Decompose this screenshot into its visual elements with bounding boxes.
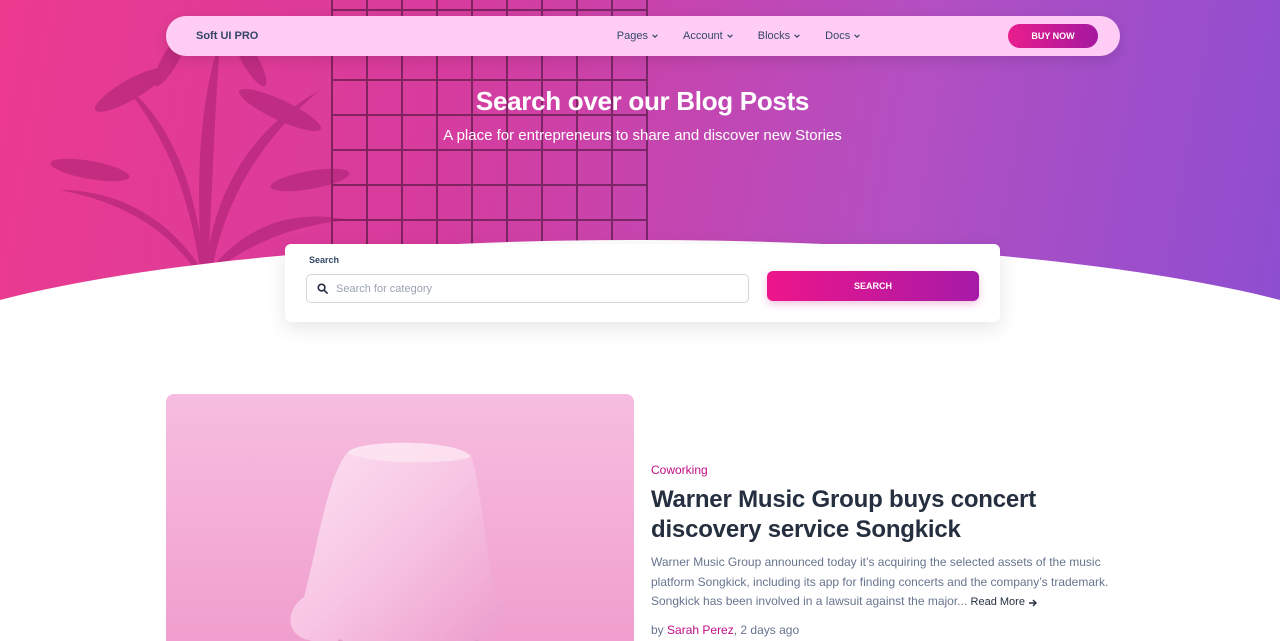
post-time: , 2 days ago (733, 623, 800, 637)
chevron-down-icon (794, 34, 800, 39)
plant-decoration (50, 33, 350, 270)
nav-item-pages[interactable]: Pages (617, 30, 659, 42)
nav-item-label: Pages (616, 30, 648, 42)
hero-title: Search over our Blog Posts (475, 86, 810, 116)
nav-item-label: Docs (825, 30, 851, 42)
chair-illustration (290, 442, 507, 641)
post-meta: by Sarah Perez, 2 days ago (651, 623, 799, 637)
chevron-down-icon (652, 34, 658, 39)
arrow-right-icon (1028, 599, 1037, 607)
nav-item-docs[interactable]: Docs (825, 30, 861, 42)
chevron-down-icon (726, 34, 733, 39)
search-card: Search SEARCH (285, 244, 1000, 322)
nav-links: Pages Account Blocks Docs (470, 30, 1008, 42)
search-button[interactable]: SEARCH (767, 271, 979, 301)
post-category[interactable]: Coworking (651, 463, 708, 477)
nav-item-label: Account (682, 30, 723, 42)
post-excerpt: Warner Music Group announced today it’s … (651, 553, 1121, 613)
search-icon (317, 283, 328, 294)
brand-logo[interactable]: Soft UI PRO (196, 30, 446, 42)
read-more-link[interactable]: Read More (971, 593, 1038, 613)
search-label: Search (309, 255, 340, 265)
read-more-label: Read More (970, 596, 1025, 608)
chevron-down-icon (854, 34, 861, 39)
post-title[interactable]: Warner Music Group buys concert discover… (651, 485, 1091, 545)
navbar: Soft UI PRO Pages Account Blocks Docs BU… (166, 16, 1120, 56)
hero-subtitle: A place for entrepreneurs to share and d… (443, 127, 842, 144)
nav-item-account[interactable]: Account (683, 30, 734, 42)
nav-item-blocks[interactable]: Blocks (758, 30, 801, 42)
post-author[interactable]: Sarah Perez (667, 623, 734, 637)
nav-item-label: Blocks (757, 30, 791, 42)
post-image[interactable] (166, 394, 634, 641)
search-field[interactable] (306, 274, 749, 303)
post-by: by (651, 623, 664, 637)
search-input[interactable] (336, 282, 716, 295)
buy-now-button[interactable]: BUY NOW (1008, 24, 1098, 48)
post-excerpt-text: Warner Music Group announced today it’s … (651, 555, 1109, 608)
